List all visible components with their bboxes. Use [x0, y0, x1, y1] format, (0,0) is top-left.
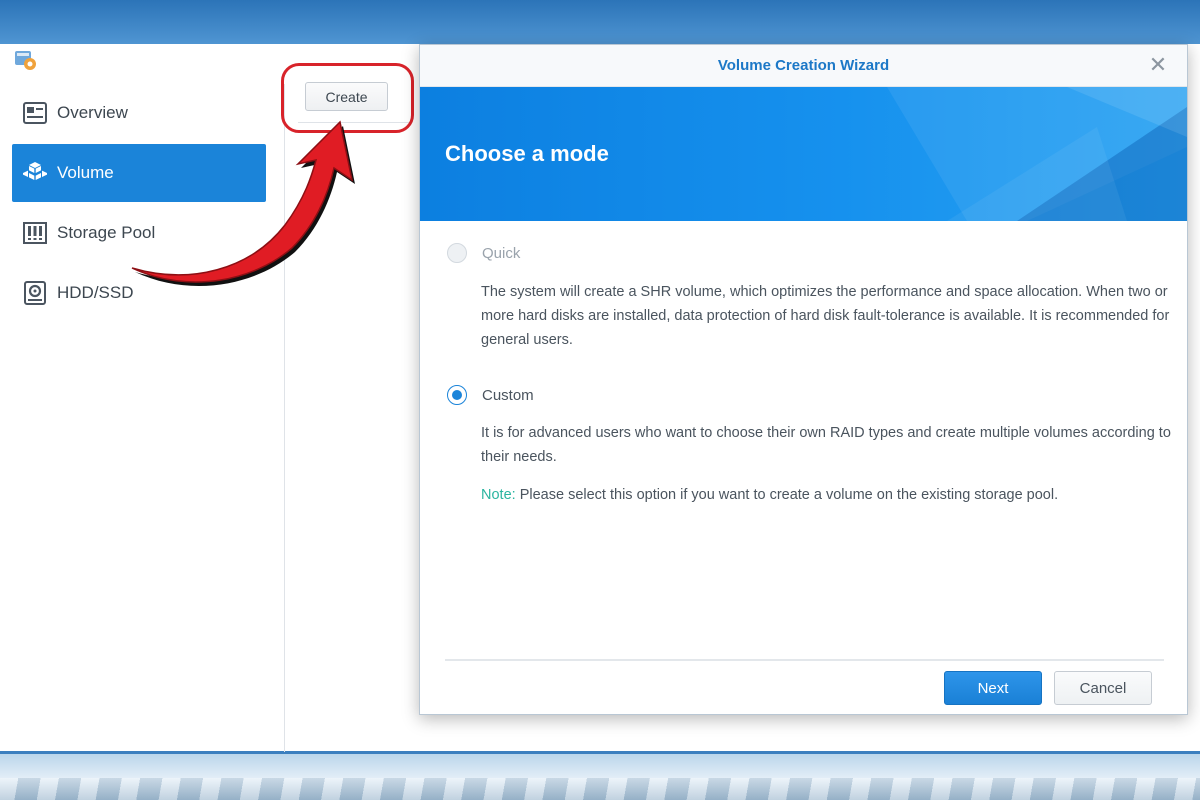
next-button[interactable]: Next — [944, 671, 1042, 705]
quick-option-description: The system will create a SHR volume, whi… — [481, 284, 1170, 348]
quick-radio-button[interactable] — [447, 243, 467, 263]
desktop-background-top — [0, 0, 1200, 44]
close-icon[interactable]: ✕ — [1147, 54, 1169, 76]
note-label: Note: — [481, 487, 516, 503]
annotation-arrow-icon — [131, 120, 355, 286]
wizard-titlebar: Volume Creation Wizard ✕ — [420, 45, 1187, 87]
banner-decoration — [887, 87, 1187, 221]
sidebar-item-label: Volume — [57, 163, 114, 182]
volume-icon — [22, 160, 48, 186]
storage-pool-icon — [22, 220, 48, 246]
custom-option-description: It is for advanced users who want to cho… — [481, 425, 1171, 465]
option-custom[interactable]: Custom — [447, 385, 534, 405]
sidebar-item-label: Overview — [57, 103, 128, 122]
wizard-footer-divider — [445, 659, 1164, 661]
volume-creation-wizard-dialog: Volume Creation Wizard ✕ Choose a mode Q… — [419, 44, 1188, 715]
desktop-background-bottom — [0, 752, 1200, 800]
custom-option-note: Note: Please select this option if you w… — [481, 483, 1171, 507]
overview-icon — [22, 100, 48, 126]
hdd-icon — [22, 280, 48, 306]
storage-manager-app-icon — [15, 51, 36, 70]
quick-option-label: Quick — [482, 244, 521, 262]
cancel-button[interactable]: Cancel — [1054, 671, 1152, 705]
note-text: Please select this option if you want to… — [515, 487, 1059, 503]
wizard-title: Volume Creation Wizard — [717, 57, 890, 74]
custom-option-label: Custom — [482, 386, 534, 404]
wizard-banner: Choose a mode — [420, 87, 1187, 221]
option-quick[interactable]: Quick — [447, 243, 520, 263]
custom-radio-button[interactable] — [447, 385, 467, 405]
wizard-body: Quick The system will create a SHR volum… — [420, 221, 1187, 661]
wizard-heading: Choose a mode — [445, 141, 609, 166]
